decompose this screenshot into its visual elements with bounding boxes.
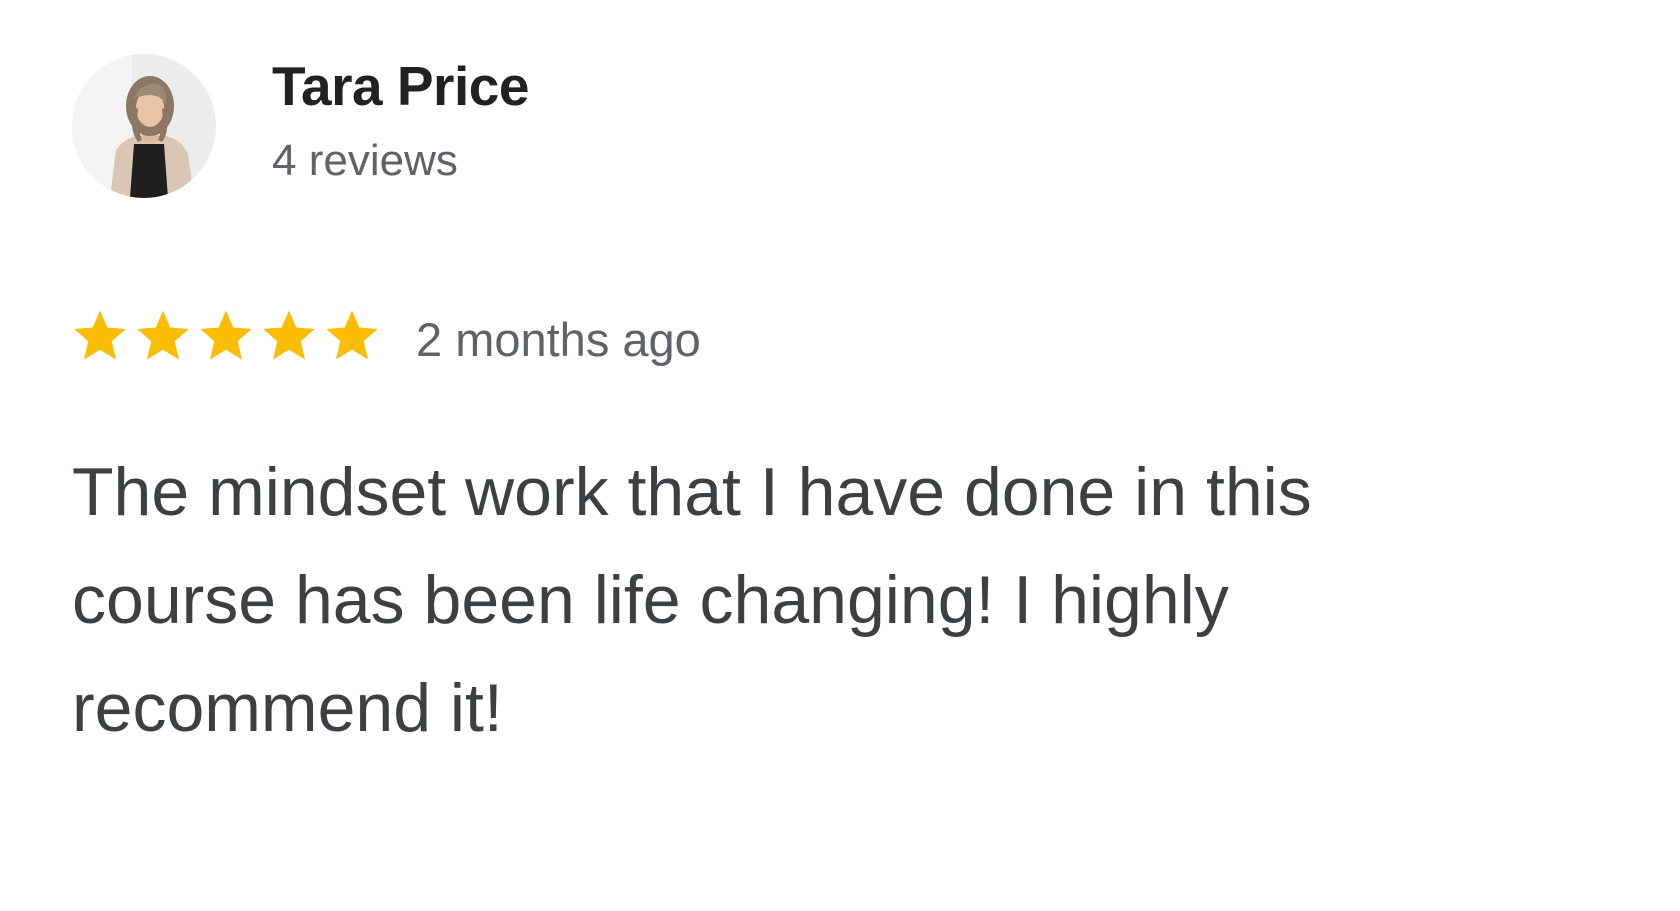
star-icon: [326, 310, 378, 360]
avatar[interactable]: [72, 54, 216, 198]
star-icon: [137, 310, 189, 360]
star-icon: [263, 310, 315, 360]
review-text: The mindset work that I have done in thi…: [72, 454, 1312, 746]
star-icon: [74, 310, 126, 360]
star-rating: [70, 306, 382, 370]
star-icon: [200, 310, 252, 360]
reviewer-name[interactable]: Tara Price: [272, 54, 529, 118]
review-card: Tara Price 4 reviews 2 months ago The mi…: [0, 0, 1680, 911]
person-photo-icon: [72, 54, 216, 198]
review-count[interactable]: 4 reviews: [272, 136, 458, 186]
review-date: 2 months ago: [416, 313, 701, 366]
